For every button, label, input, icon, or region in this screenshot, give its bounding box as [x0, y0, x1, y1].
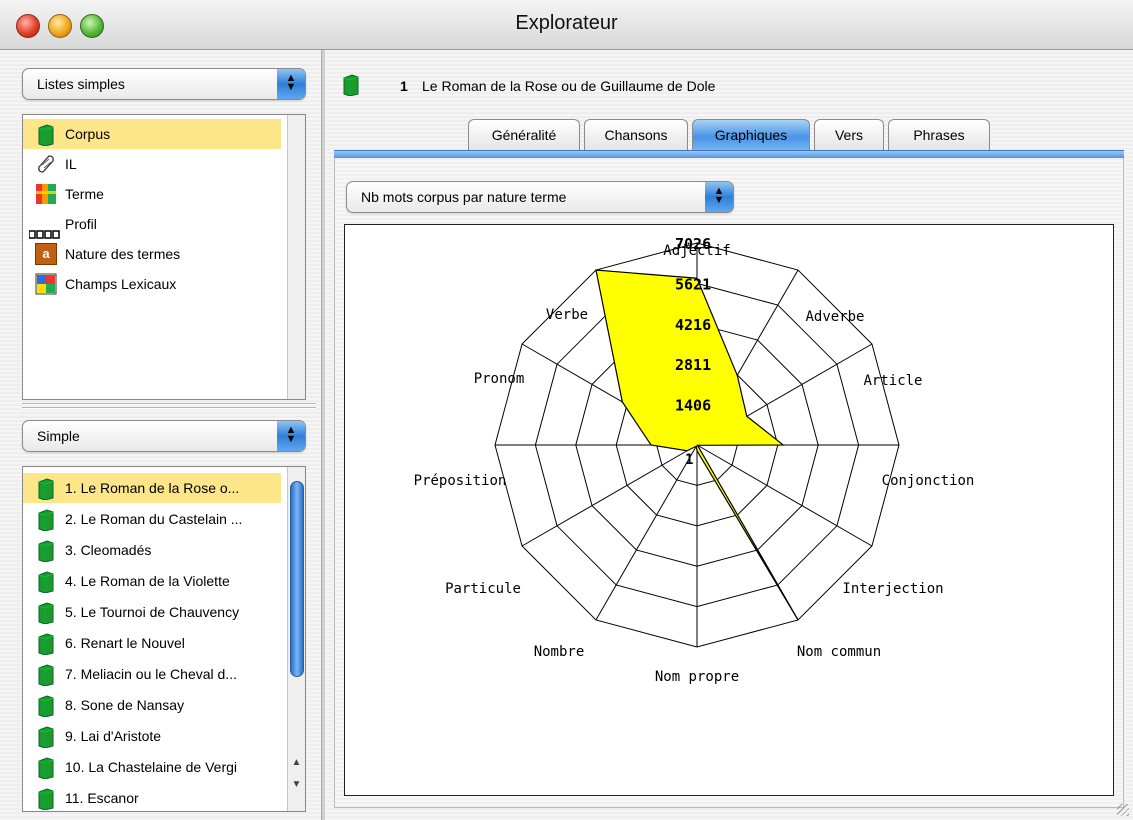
radar-chart-svg: 114062811421656217026AdjectifAdverbeArti…	[414, 235, 975, 685]
graph-type-label: Nb mots corpus par nature terme	[361, 189, 567, 205]
tab-graphiques[interactable]: Graphiques	[692, 119, 810, 151]
document-list-item-label: 8. Sone de Nansay	[65, 697, 185, 713]
tab-generalite[interactable]: Généralité	[468, 119, 580, 151]
popup-arrows-icon: ▲ ▼	[277, 421, 305, 451]
list-item-il[interactable]: IL	[23, 149, 281, 179]
letter-a-icon: a	[35, 243, 57, 265]
book-icon	[37, 788, 55, 811]
radar-ring-label: 4216	[675, 316, 711, 334]
document-list-item-label: 10. La Chastelaine de Vergi	[65, 759, 238, 775]
radar-category-label: Nom commun	[797, 644, 881, 660]
document-list-item-label: 9. Lai d'Aristote	[65, 728, 162, 744]
list-item-corpus[interactable]: Corpus	[23, 119, 281, 149]
category-list-scrollbar[interactable]	[287, 115, 305, 399]
radar-category-label: Adjectif	[663, 243, 730, 259]
view-mode-popup[interactable]: Simple ▲ ▼	[22, 420, 306, 452]
document-list-item[interactable]: 4. Le Roman de la Violette	[23, 566, 281, 596]
radar-axis-line	[595, 444, 698, 621]
main-splitter[interactable]	[321, 50, 325, 820]
document-list-item[interactable]: 11. Escanor	[23, 783, 281, 811]
radar-category-label: Adverbe	[805, 309, 864, 325]
tab-vers[interactable]: Vers	[814, 119, 884, 151]
document-list-item[interactable]: 6. Renart le Nouvel	[23, 628, 281, 658]
scroll-up-arrow-icon[interactable]: ▲	[288, 753, 305, 773]
radar-category-label: Préposition	[414, 473, 507, 489]
scroll-thumb[interactable]	[290, 481, 304, 677]
book-icon	[342, 74, 360, 99]
list-item-profil[interactable]: Profil	[23, 209, 281, 239]
document-list-item[interactable]: 7. Meliacin ou le Cheval d...	[23, 659, 281, 689]
radar-category-label: Interjection	[842, 581, 943, 597]
list-item-terme[interactable]: Terme	[23, 179, 281, 209]
document-list-item[interactable]: 5. Le Tournoi de Chauvency	[23, 597, 281, 627]
radar-category-label: Verbe	[546, 307, 588, 323]
radar-ring-label: 5621	[675, 275, 711, 293]
document-list-item[interactable]: 1. Le Roman de la Rose o...	[23, 473, 281, 503]
radar-category-label: Nombre	[534, 644, 585, 660]
document-list-item[interactable]: 10. La Chastelaine de Vergi	[23, 752, 281, 782]
document-list-item-label: 3. Cleomadés	[65, 542, 152, 558]
list-item-nature-termes[interactable]: a Nature des termes	[23, 239, 281, 269]
radar-ring-label: 1406	[675, 397, 711, 415]
view-mode-label: Simple	[37, 428, 80, 444]
window-title: Explorateur	[515, 12, 618, 34]
tab-phrases[interactable]: Phrases	[888, 119, 990, 151]
graph-type-popup[interactable]: Nb mots corpus par nature terme ▲ ▼	[346, 181, 734, 213]
title-bar[interactable]: Explorateur	[0, 0, 1133, 50]
radar-category-label: Particule	[445, 581, 521, 597]
scroll-down-arrow-icon[interactable]: ▼	[288, 775, 305, 795]
resize-grip[interactable]	[1117, 804, 1129, 816]
document-list-item[interactable]: 2. Le Roman du Castelain ...	[23, 504, 281, 534]
document-list-item-label: 11. Escanor	[65, 790, 139, 806]
list-type-label: Listes simples	[37, 76, 125, 92]
category-list[interactable]: Corpus IL Terme Profil a Nature des term…	[22, 114, 306, 400]
document-list-item-label: 5. Le Tournoi de Chauvency	[65, 604, 240, 620]
document-list-scrollbar[interactable]: ▲ ▼	[287, 467, 305, 811]
radar-category-label: Article	[863, 373, 922, 389]
radar-category-label: Nom propre	[655, 669, 739, 685]
document-list-item[interactable]: 3. Cleomadés	[23, 535, 281, 565]
explorer-window: Explorateur Listes simples ▲ ▼ Corpus IL …	[0, 0, 1133, 820]
list-type-popup[interactable]: Listes simples ▲ ▼	[22, 68, 306, 100]
tab-chansons[interactable]: Chansons	[584, 119, 688, 151]
radar-axis-line	[521, 444, 698, 547]
document-list-item-label: 6. Renart le Nouvel	[65, 635, 185, 651]
document-number: 1	[400, 78, 408, 94]
radar-chart: 1 1406 2811 4216 5621 7026 Adjectif Adverbe Arti…	[344, 224, 1114, 796]
color-grid-icon	[35, 273, 57, 305]
radar-category-label: Pronom	[474, 371, 525, 387]
radar-category-label: Conjonction	[882, 473, 975, 489]
radar-ring-label: 1	[685, 452, 693, 468]
popup-arrows-icon: ▲ ▼	[705, 182, 733, 212]
document-list[interactable]: 1. Le Roman de la Rose o... 2. Le Roman d…	[22, 466, 306, 812]
popup-arrows-icon: ▲ ▼	[277, 69, 305, 99]
radar-ring-label: 2811	[675, 356, 711, 374]
document-list-item-label: 2. Le Roman du Castelain ...	[65, 511, 243, 527]
document-list-item[interactable]: 8. Sone de Nansay	[23, 690, 281, 720]
list-item-champs-lexicaux[interactable]: Champs Lexicaux	[23, 269, 281, 299]
pane-splitter[interactable]	[22, 400, 316, 412]
tab-underline	[334, 150, 1124, 158]
document-title: Le Roman de la Rose ou de Guillaume de D…	[422, 78, 716, 94]
document-list-item[interactable]: 9. Lai d'Aristote	[23, 721, 281, 751]
document-list-item-label: 7. Meliacin ou le Cheval d...	[65, 666, 237, 682]
document-list-item-label: 4. Le Roman de la Violette	[65, 573, 230, 589]
document-list-item-label: 1. Le Roman de la Rose o...	[65, 480, 240, 496]
